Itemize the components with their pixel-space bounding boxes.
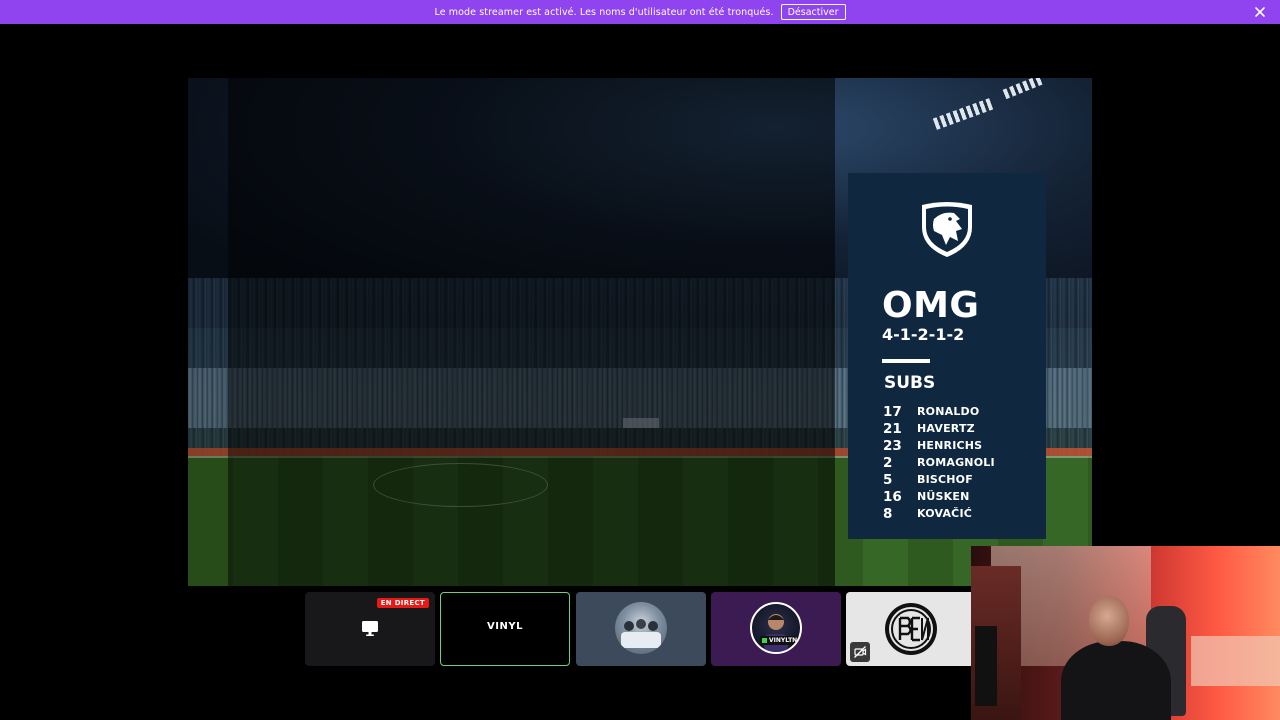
- participant-avatar: VINYLTN: [750, 602, 802, 654]
- screen-share-tile[interactable]: EN DIRECT: [305, 592, 435, 666]
- sub-row: 2 ROMAGNOLI: [883, 454, 995, 471]
- sub-name: NÜSKEN: [917, 490, 970, 503]
- participant-tile[interactable]: VINYLTN: [711, 592, 841, 666]
- subs-list: 17 RONALDO 21 HAVERTZ 23 HENRICHS 2 ROMA…: [883, 403, 995, 522]
- sub-name: HENRICHS: [917, 439, 983, 452]
- lineup-divider: [882, 359, 930, 363]
- webcam-feed[interactable]: [971, 546, 1280, 720]
- sub-number: 17: [883, 403, 902, 420]
- sub-name: HAVERTZ: [917, 422, 975, 435]
- team-emblem-icon: [885, 603, 937, 655]
- lineup-formation: 4-1-2-1-2: [882, 325, 965, 344]
- close-icon[interactable]: [1252, 4, 1268, 20]
- sub-row: 5 BISCHOF: [883, 471, 995, 488]
- sub-row: 21 HAVERTZ: [883, 420, 995, 437]
- avatar-name-text: VINYLTN: [769, 637, 798, 644]
- webcam-person-body: [1061, 641, 1171, 720]
- group-photo-icon: [621, 619, 661, 648]
- sub-name: KOVAČIĆ: [917, 507, 973, 520]
- webcam-desk: [1191, 636, 1280, 686]
- sub-name: ROMAGNOLI: [917, 456, 995, 469]
- lineup-title: OMG: [882, 285, 980, 326]
- sub-number: 21: [883, 420, 902, 437]
- vinyl-tile[interactable]: VINYL: [440, 592, 570, 666]
- dim-overlay: [228, 78, 835, 586]
- sub-number: 8: [883, 505, 893, 522]
- sub-number: 16: [883, 488, 902, 505]
- monitor-icon: [362, 621, 378, 636]
- sub-number: 2: [883, 454, 893, 471]
- camera-off-icon: [850, 642, 870, 662]
- participant-tile[interactable]: [576, 592, 706, 666]
- disable-streamer-mode-button[interactable]: Désactiver: [780, 4, 846, 20]
- participant-avatar: [615, 602, 667, 654]
- sub-row: 16 NÜSKEN: [883, 488, 995, 505]
- subs-heading: SUBS: [884, 373, 936, 393]
- team-liquid-logo: [922, 202, 972, 257]
- streamer-mode-banner: Le mode streamer est activé. Les noms d'…: [0, 0, 1280, 24]
- sub-row: 23 HENRICHS: [883, 437, 995, 454]
- sub-row: 8 KOVAČIĆ: [883, 505, 995, 522]
- sub-row: 17 RONALDO: [883, 403, 995, 420]
- sub-name: BISCHOF: [917, 473, 973, 486]
- vinyl-label: VINYL: [487, 621, 523, 632]
- sub-number: 23: [883, 437, 902, 454]
- avatar-name-tag: VINYLTN: [760, 636, 800, 645]
- sub-number: 5: [883, 471, 893, 488]
- streamer-mode-text: Le mode streamer est activé. Les noms d'…: [434, 6, 774, 18]
- webcam-person-head: [1089, 596, 1129, 646]
- webcam-monitor: [975, 626, 997, 706]
- main-stream-video[interactable]: OMG 4-1-2-1-2 SUBS 17 RONALDO 21 HAVERTZ…: [188, 78, 1092, 586]
- live-badge: EN DIRECT: [376, 598, 429, 608]
- participant-tile[interactable]: [846, 592, 976, 666]
- status-dot-icon: [762, 638, 767, 643]
- lineup-panel: OMG 4-1-2-1-2 SUBS 17 RONALDO 21 HAVERTZ…: [848, 173, 1046, 539]
- dim-overlay-edge: [188, 78, 228, 586]
- sub-name: RONALDO: [917, 405, 980, 418]
